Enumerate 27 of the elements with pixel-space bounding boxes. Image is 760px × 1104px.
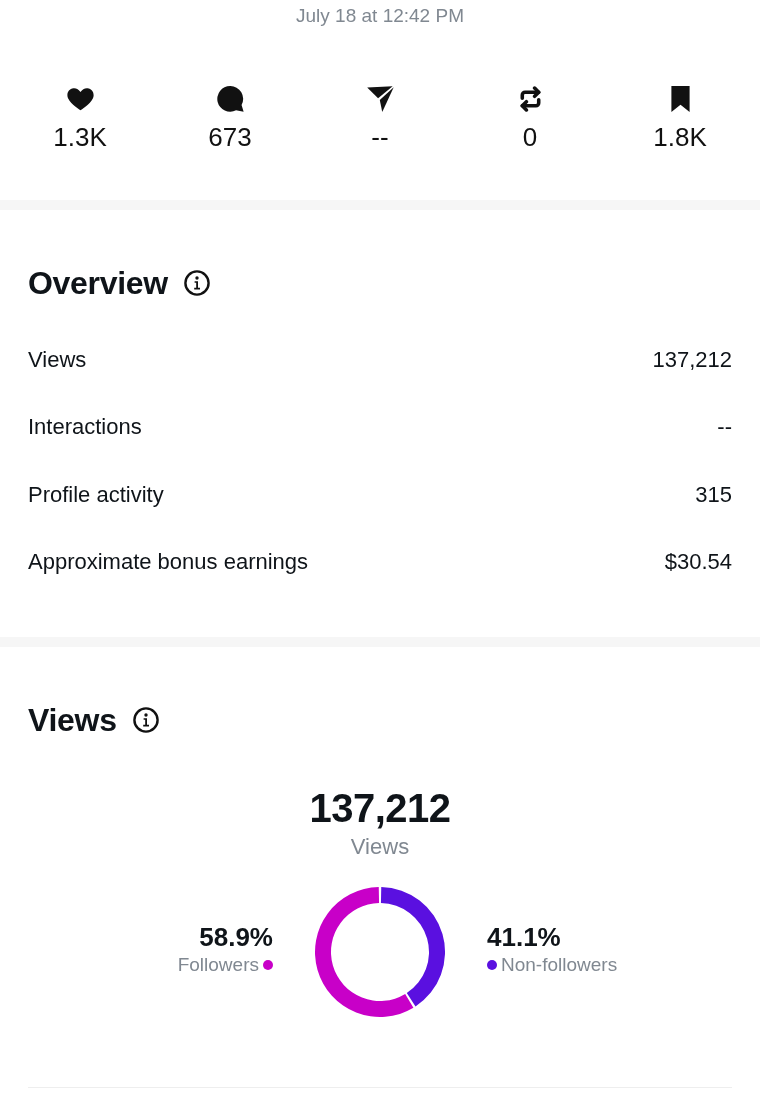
info-icon[interactable]: [132, 707, 159, 733]
stat-count: 1.8K: [653, 122, 707, 152]
metric-label: Profile activity: [28, 481, 164, 508]
metric-label: Interactions: [28, 414, 142, 441]
stat-count: 673: [208, 122, 252, 152]
metric-value: 137,212: [652, 346, 732, 373]
metric-label: Approximate bonus earnings: [28, 549, 309, 576]
percentage-value: 58.9%: [199, 922, 273, 952]
post-timestamp: July 18 at 12:42 PM: [296, 4, 464, 28]
percentage-value: 41.1%: [487, 922, 561, 952]
section-title: Overview: [28, 264, 168, 303]
metric-value: --: [717, 414, 732, 441]
total-views: 137,212: [309, 785, 451, 831]
info-icon[interactable]: [183, 270, 210, 296]
stat-count: 1.3K: [53, 122, 107, 152]
stat-count: --: [371, 122, 389, 152]
total-views-label: Views: [350, 834, 410, 860]
legend-label: Followers: [177, 953, 259, 977]
metric-value: 315: [695, 481, 732, 508]
speech-bubble-icon: [216, 86, 244, 112]
section-title: Views: [28, 701, 117, 740]
legend-label: Non-followers: [501, 953, 618, 977]
stat-count: 0: [522, 122, 538, 152]
metric-value: $30.54: [664, 549, 732, 576]
metric-label: Views: [28, 346, 87, 373]
paper-plane-icon: [366, 86, 394, 112]
heart-icon: [66, 86, 94, 112]
